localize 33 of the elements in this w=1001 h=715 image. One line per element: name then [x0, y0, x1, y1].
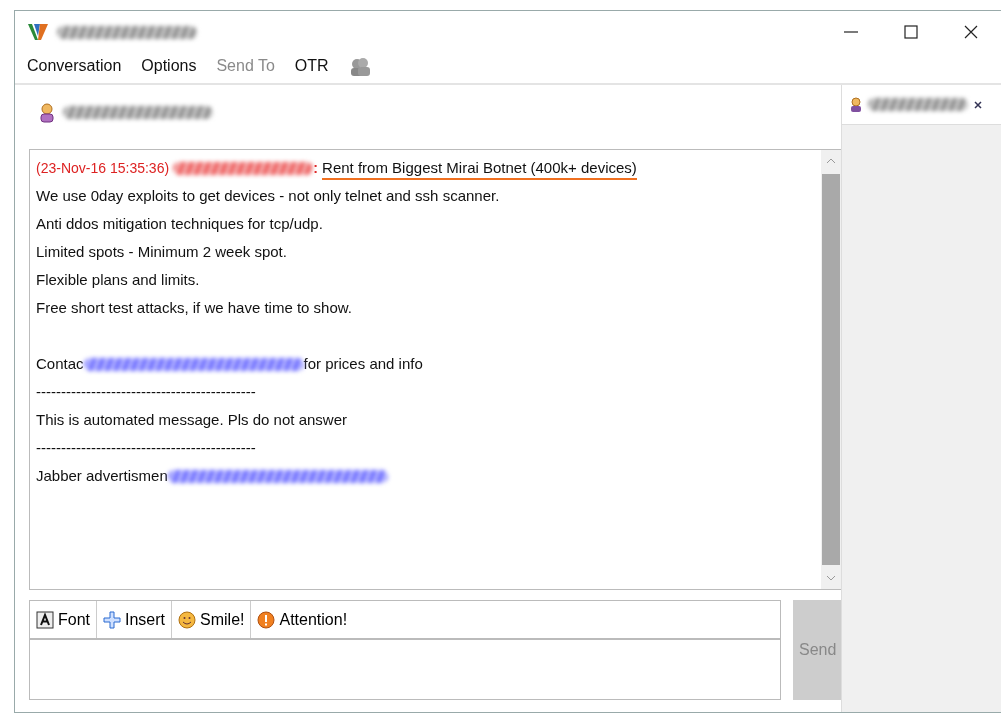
scroll-down-icon	[826, 575, 836, 582]
sender-separator: :	[313, 159, 318, 176]
exclamation-icon	[257, 610, 276, 629]
people-icon	[348, 56, 371, 77]
message-timestamp: (23-Nov-16 15:35:36)	[36, 159, 170, 176]
menu-item[interactable]: Conversation	[27, 54, 122, 78]
user-avatar-icon	[850, 96, 862, 113]
message-line: This is automated message. Pls do not answer	[36, 410, 347, 428]
menu-item[interactable]: Options	[141, 54, 197, 78]
close-icon	[974, 101, 982, 110]
message-line: --------------------------------------------	[36, 382, 256, 400]
message-line: for prices and info	[303, 354, 423, 372]
message-line: Limited spots - Minimum 2 week spot.	[36, 242, 287, 260]
message-subject: Rent from Biggest Mirai Botnet (400k+ devices)	[322, 157, 637, 180]
minimize-icon	[844, 31, 858, 33]
message-line: --------------------------------------------	[36, 438, 256, 456]
scrollbar-thumb[interactable]	[822, 173, 840, 566]
message-input[interactable]	[29, 640, 781, 700]
smiley-icon	[178, 610, 197, 629]
app-logo-icon	[27, 22, 49, 42]
message-line: Free short test attacks, if we have time to show.	[36, 298, 352, 316]
message-line: Anti ddos mitigation techniques for tcp/udp.	[36, 214, 323, 232]
maximize-icon	[904, 25, 918, 39]
message-line: Flexible plans and limits.	[36, 270, 200, 288]
font-icon	[36, 610, 54, 629]
user-avatar-icon	[39, 102, 55, 123]
scroll-up-icon	[826, 157, 836, 164]
message-line: We use 0day exploits to get devices - not only telnet and ssh scanner.	[36, 186, 500, 204]
message-line: Jabber advertismen	[36, 466, 168, 484]
close-icon	[964, 25, 978, 39]
message-line: Contac	[36, 354, 84, 372]
plus-icon	[103, 610, 121, 629]
menu-item[interactable]: OTR	[294, 54, 329, 78]
